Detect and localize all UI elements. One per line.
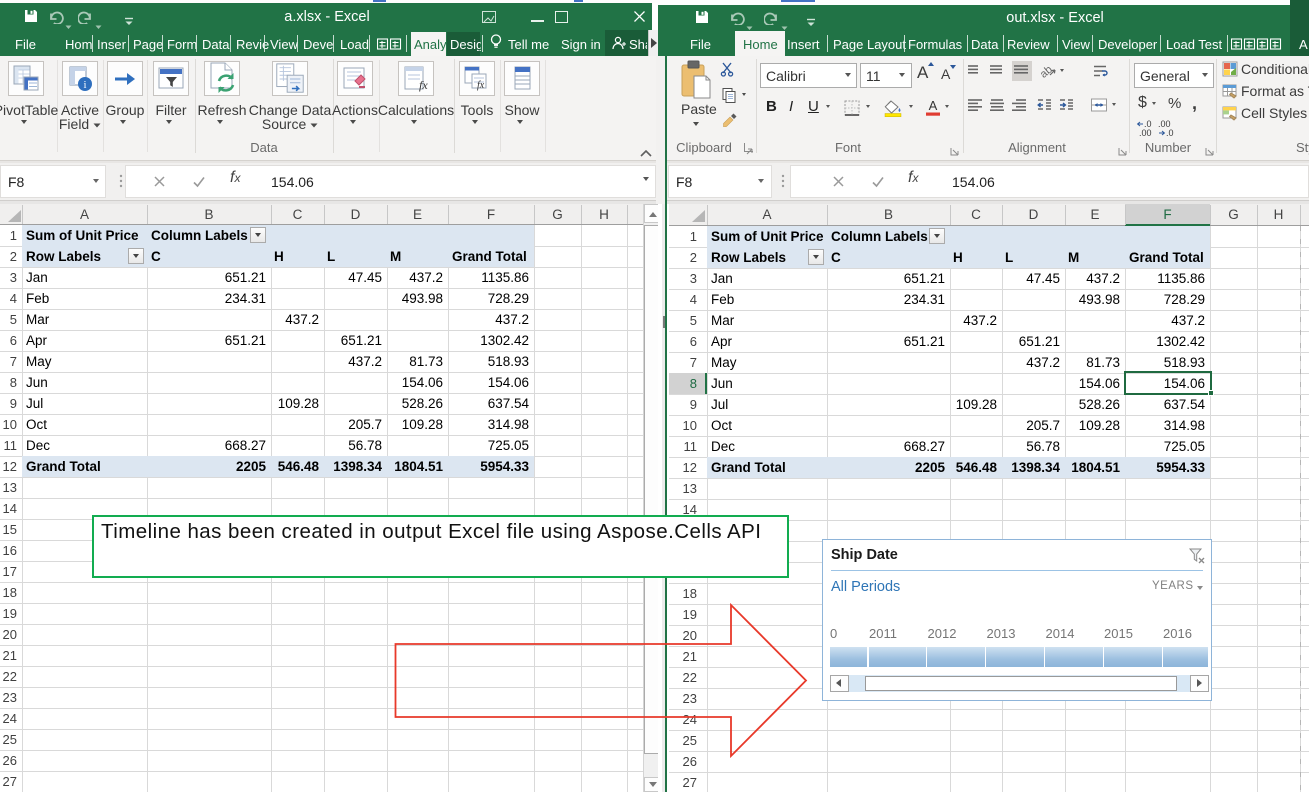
svg-text:A: A — [929, 98, 938, 113]
svg-text:fx: fx — [477, 80, 485, 91]
svg-text:i: i — [83, 79, 86, 91]
svg-text:fx: fx — [419, 78, 428, 92]
svg-text:ab: ab — [1040, 64, 1055, 79]
